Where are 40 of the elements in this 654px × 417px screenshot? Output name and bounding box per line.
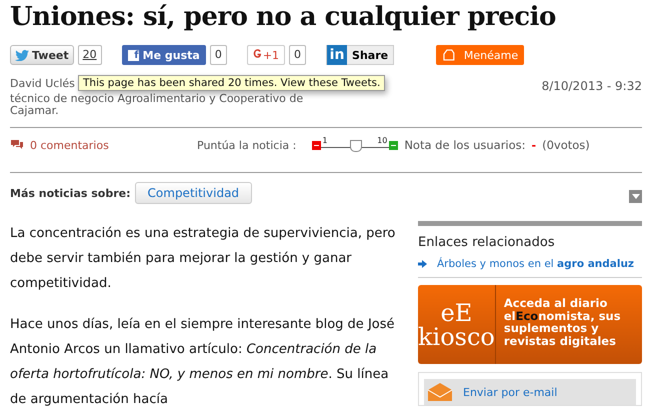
decrease-icon[interactable] (312, 140, 322, 150)
publish-date: 8/10/2013 - 9:32 (542, 80, 642, 95)
comments-icon (10, 139, 24, 151)
related-links-heading: Enlaces relacionados (418, 234, 556, 252)
logo-text: kiosco (418, 324, 495, 348)
banner-text: Acceda al diario elEconomista, sus suplementos y revistas digitales (502, 295, 622, 350)
users-score: - (532, 138, 536, 152)
tweet-count[interactable]: 20 (78, 45, 102, 65)
bird-icon (15, 50, 29, 60)
plus-one-count: 0 (289, 45, 306, 65)
article-title: Uniones: sí, pero no a cualquier precio (10, 2, 557, 32)
meneame-button[interactable]: Menéame (436, 45, 524, 65)
linkedin-logo: in (327, 45, 348, 65)
related-link[interactable]: Árboles y monos en el agro andaluz (437, 258, 634, 270)
slider-max: 10 (377, 136, 388, 145)
author-name: David Uclés (10, 77, 75, 90)
linkedin-share-button[interactable]: in Share (326, 45, 394, 65)
author-role: técnico de negocio Agroalimentario y Cooperativo de Cajamar. (10, 93, 304, 117)
tweet-button[interactable]: Tweet (10, 45, 74, 65)
rating-label: Puntúa la noticia : (197, 138, 296, 152)
rating-slider[interactable]: 1 10 (321, 135, 390, 155)
facebook-logo: f (128, 50, 139, 60)
like-count: 0 (210, 45, 227, 65)
plus-one-button[interactable]: +1 (246, 45, 286, 65)
tooltip: This page has been shared 20 times. View these Tweets. (78, 75, 386, 91)
more-news-label: Más noticias sobre: (10, 186, 131, 200)
dropdown-icon[interactable] (629, 190, 642, 202)
g-icon (252, 49, 262, 61)
envelope-icon (427, 382, 453, 402)
like-button[interactable]: f Me gusta (122, 45, 206, 65)
article-paragraph: Hace unos días, leía en el siempre interesante blog de José Antonio Arcos un llamativo artículo: Concentración de la oferta hortofrutícola: NO, y menos en mi nombre. Su línea de argumentación hacía (10, 316, 396, 409)
topic-tag[interactable]: Competitividad (134, 182, 252, 204)
votes-count: (0votos) (542, 138, 590, 152)
logo-mark: eE (440, 300, 472, 324)
slider-thumb[interactable] (350, 140, 362, 152)
arrow-icon (418, 260, 427, 268)
comments-link[interactable]: 0 comentarios (30, 138, 109, 152)
slider-min: 1 (322, 136, 328, 145)
article-paragraph: La concentración es una estrategia de superviviencia, pero debe servir también para mejorar la gestión y ganar competitividad. (10, 225, 396, 293)
users-rating-label: Nota de los usuarios: (404, 138, 526, 152)
